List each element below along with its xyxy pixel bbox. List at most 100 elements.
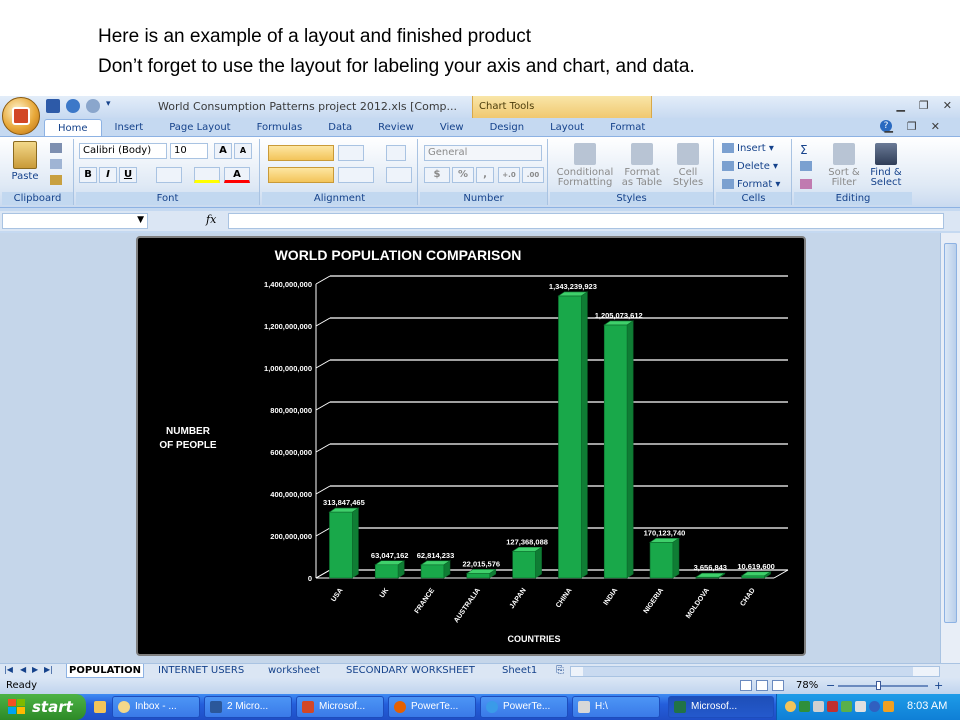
format-as-table-button[interactable]: Format as Table bbox=[618, 143, 666, 188]
page-layout-view-button[interactable] bbox=[756, 680, 768, 691]
fill-color-button[interactable] bbox=[194, 167, 220, 183]
page-break-view-button[interactable] bbox=[772, 680, 784, 691]
wrap-text-button[interactable] bbox=[386, 145, 406, 161]
orientation-button[interactable] bbox=[338, 145, 364, 161]
zoom-slider-thumb[interactable] bbox=[876, 681, 881, 690]
vertical-scrollbar[interactable] bbox=[940, 233, 960, 663]
tray-icon-6[interactable] bbox=[855, 701, 866, 712]
tab-review[interactable]: Review bbox=[365, 119, 427, 136]
borders-button[interactable] bbox=[156, 167, 182, 183]
name-box[interactable]: ▼ bbox=[2, 213, 148, 229]
zoom-level[interactable]: 78% bbox=[796, 680, 818, 691]
tray-icon-7[interactable] bbox=[869, 701, 880, 712]
tray-icon-4[interactable] bbox=[827, 701, 838, 712]
tray-icon-8[interactable] bbox=[883, 701, 894, 712]
sheet-tab-internet-users[interactable]: INTERNET USERS bbox=[156, 664, 246, 678]
redo-icon[interactable] bbox=[86, 99, 100, 113]
sheet-tab-sheet1[interactable]: Sheet1 bbox=[500, 664, 539, 678]
insert-function-button[interactable]: fx bbox=[206, 213, 216, 226]
restore-icon[interactable]: ❐ bbox=[919, 99, 929, 112]
number-format-select[interactable]: General bbox=[424, 145, 542, 161]
sheet-tab-population[interactable]: POPULATION bbox=[66, 664, 145, 678]
bar-uk[interactable] bbox=[374, 564, 399, 579]
cut-icon[interactable] bbox=[50, 143, 62, 153]
tab-format[interactable]: Format bbox=[597, 119, 658, 136]
horizontal-scroll-thumb[interactable] bbox=[583, 667, 913, 676]
wb-minimize-icon[interactable]: ▁ bbox=[884, 120, 892, 133]
increase-decimal-button[interactable]: +.0 bbox=[498, 167, 520, 183]
formula-input[interactable] bbox=[228, 213, 944, 229]
vertical-align-buttons[interactable] bbox=[268, 145, 334, 161]
sheet-tab-worksheet[interactable]: worksheet bbox=[266, 664, 322, 678]
indent-buttons[interactable] bbox=[338, 167, 374, 183]
find-select-button[interactable]: Find & Select bbox=[866, 143, 906, 188]
insert-cells-button[interactable]: Insert ▾ bbox=[722, 143, 774, 154]
format-painter-icon[interactable] bbox=[50, 175, 62, 185]
sort-filter-button[interactable]: Sort & Filter bbox=[824, 143, 864, 188]
undo-icon[interactable] bbox=[66, 99, 80, 113]
taskbar-item-h-drive[interactable]: H:\ bbox=[572, 696, 660, 718]
bold-button[interactable]: B bbox=[79, 167, 97, 183]
prev-sheet-icon[interactable]: ◀ bbox=[20, 665, 26, 674]
zoom-in-button[interactable]: + bbox=[934, 679, 943, 692]
tray-icon-5[interactable] bbox=[841, 701, 852, 712]
percent-button[interactable]: % bbox=[452, 167, 474, 183]
conditional-formatting-button[interactable]: Conditional Formatting bbox=[554, 143, 616, 188]
bar-japan[interactable] bbox=[512, 550, 536, 579]
comma-button[interactable]: , bbox=[476, 167, 494, 183]
format-cells-button[interactable]: Format ▾ bbox=[722, 179, 780, 190]
wb-restore-icon[interactable]: ❐ bbox=[907, 120, 917, 133]
tab-page-layout[interactable]: Page Layout bbox=[156, 119, 243, 136]
taskbar-item-powerte-2[interactable]: PowerTe... bbox=[480, 696, 568, 718]
bar-chad[interactable] bbox=[741, 575, 765, 579]
wb-close-icon[interactable]: ✕ bbox=[931, 120, 940, 133]
horizontal-align-buttons[interactable] bbox=[268, 167, 334, 183]
bar-australia[interactable] bbox=[466, 573, 491, 579]
bar-usa[interactable] bbox=[329, 511, 353, 579]
taskbar-item-microsoft-2[interactable]: Microsof... bbox=[668, 696, 774, 718]
decrease-decimal-button[interactable]: .00 bbox=[522, 167, 544, 183]
taskbar-item-microsoft-1[interactable]: Microsof... bbox=[296, 696, 384, 718]
clear-icon[interactable] bbox=[800, 179, 812, 189]
italic-button[interactable]: I bbox=[99, 167, 117, 183]
bar-france[interactable] bbox=[420, 564, 445, 579]
zoom-out-button[interactable]: − bbox=[826, 679, 835, 692]
font-size-select[interactable]: 10 bbox=[170, 143, 208, 159]
minimize-icon[interactable]: ▁ bbox=[896, 99, 904, 112]
tab-formulas[interactable]: Formulas bbox=[244, 119, 316, 136]
sheet-tab-secondary-worksheet[interactable]: SECONDARY WORKSHEET bbox=[344, 664, 477, 678]
tab-design[interactable]: Design bbox=[477, 119, 538, 136]
save-icon[interactable] bbox=[46, 99, 60, 113]
name-box-dropdown-icon[interactable]: ▼ bbox=[137, 215, 144, 225]
currency-button[interactable]: $ bbox=[424, 167, 450, 183]
font-name-select[interactable]: Calibri (Body) bbox=[79, 143, 167, 159]
horizontal-scrollbar[interactable] bbox=[570, 666, 940, 677]
cell-styles-button[interactable]: Cell Styles bbox=[668, 143, 708, 188]
bar-india[interactable] bbox=[603, 324, 628, 579]
tab-layout[interactable]: Layout bbox=[537, 119, 597, 136]
quick-launch-icon[interactable] bbox=[94, 701, 106, 713]
merge-center-button[interactable] bbox=[386, 167, 412, 183]
taskbar-item-word[interactable]: 2 Micro... bbox=[204, 696, 292, 718]
office-button[interactable] bbox=[2, 97, 40, 135]
taskbar-item-powerte-1[interactable]: PowerTe... bbox=[388, 696, 476, 718]
start-button[interactable]: start bbox=[0, 694, 86, 720]
shrink-font-button[interactable]: A bbox=[234, 143, 252, 159]
font-color-button[interactable]: A bbox=[224, 167, 250, 183]
normal-view-button[interactable] bbox=[740, 680, 752, 691]
insert-sheet-icon[interactable]: ⎘ bbox=[556, 665, 564, 676]
bar-nigeria[interactable] bbox=[649, 541, 674, 579]
tab-data[interactable]: Data bbox=[315, 119, 365, 136]
tab-insert[interactable]: Insert bbox=[102, 119, 157, 136]
customize-qat-icon[interactable]: ▾ bbox=[106, 99, 120, 113]
first-sheet-icon[interactable]: |◀ bbox=[4, 665, 13, 674]
tab-view[interactable]: View bbox=[427, 119, 477, 136]
delete-cells-button[interactable]: Delete ▾ bbox=[722, 161, 778, 172]
close-icon[interactable]: ✕ bbox=[943, 99, 952, 112]
copy-icon[interactable] bbox=[50, 159, 62, 169]
bar-china[interactable] bbox=[558, 295, 582, 579]
grow-font-button[interactable]: A bbox=[214, 143, 232, 159]
last-sheet-icon[interactable]: ▶| bbox=[44, 665, 53, 674]
tray-icon-1[interactable] bbox=[785, 701, 796, 712]
taskbar-item-inbox[interactable]: Inbox - ... bbox=[112, 696, 200, 718]
